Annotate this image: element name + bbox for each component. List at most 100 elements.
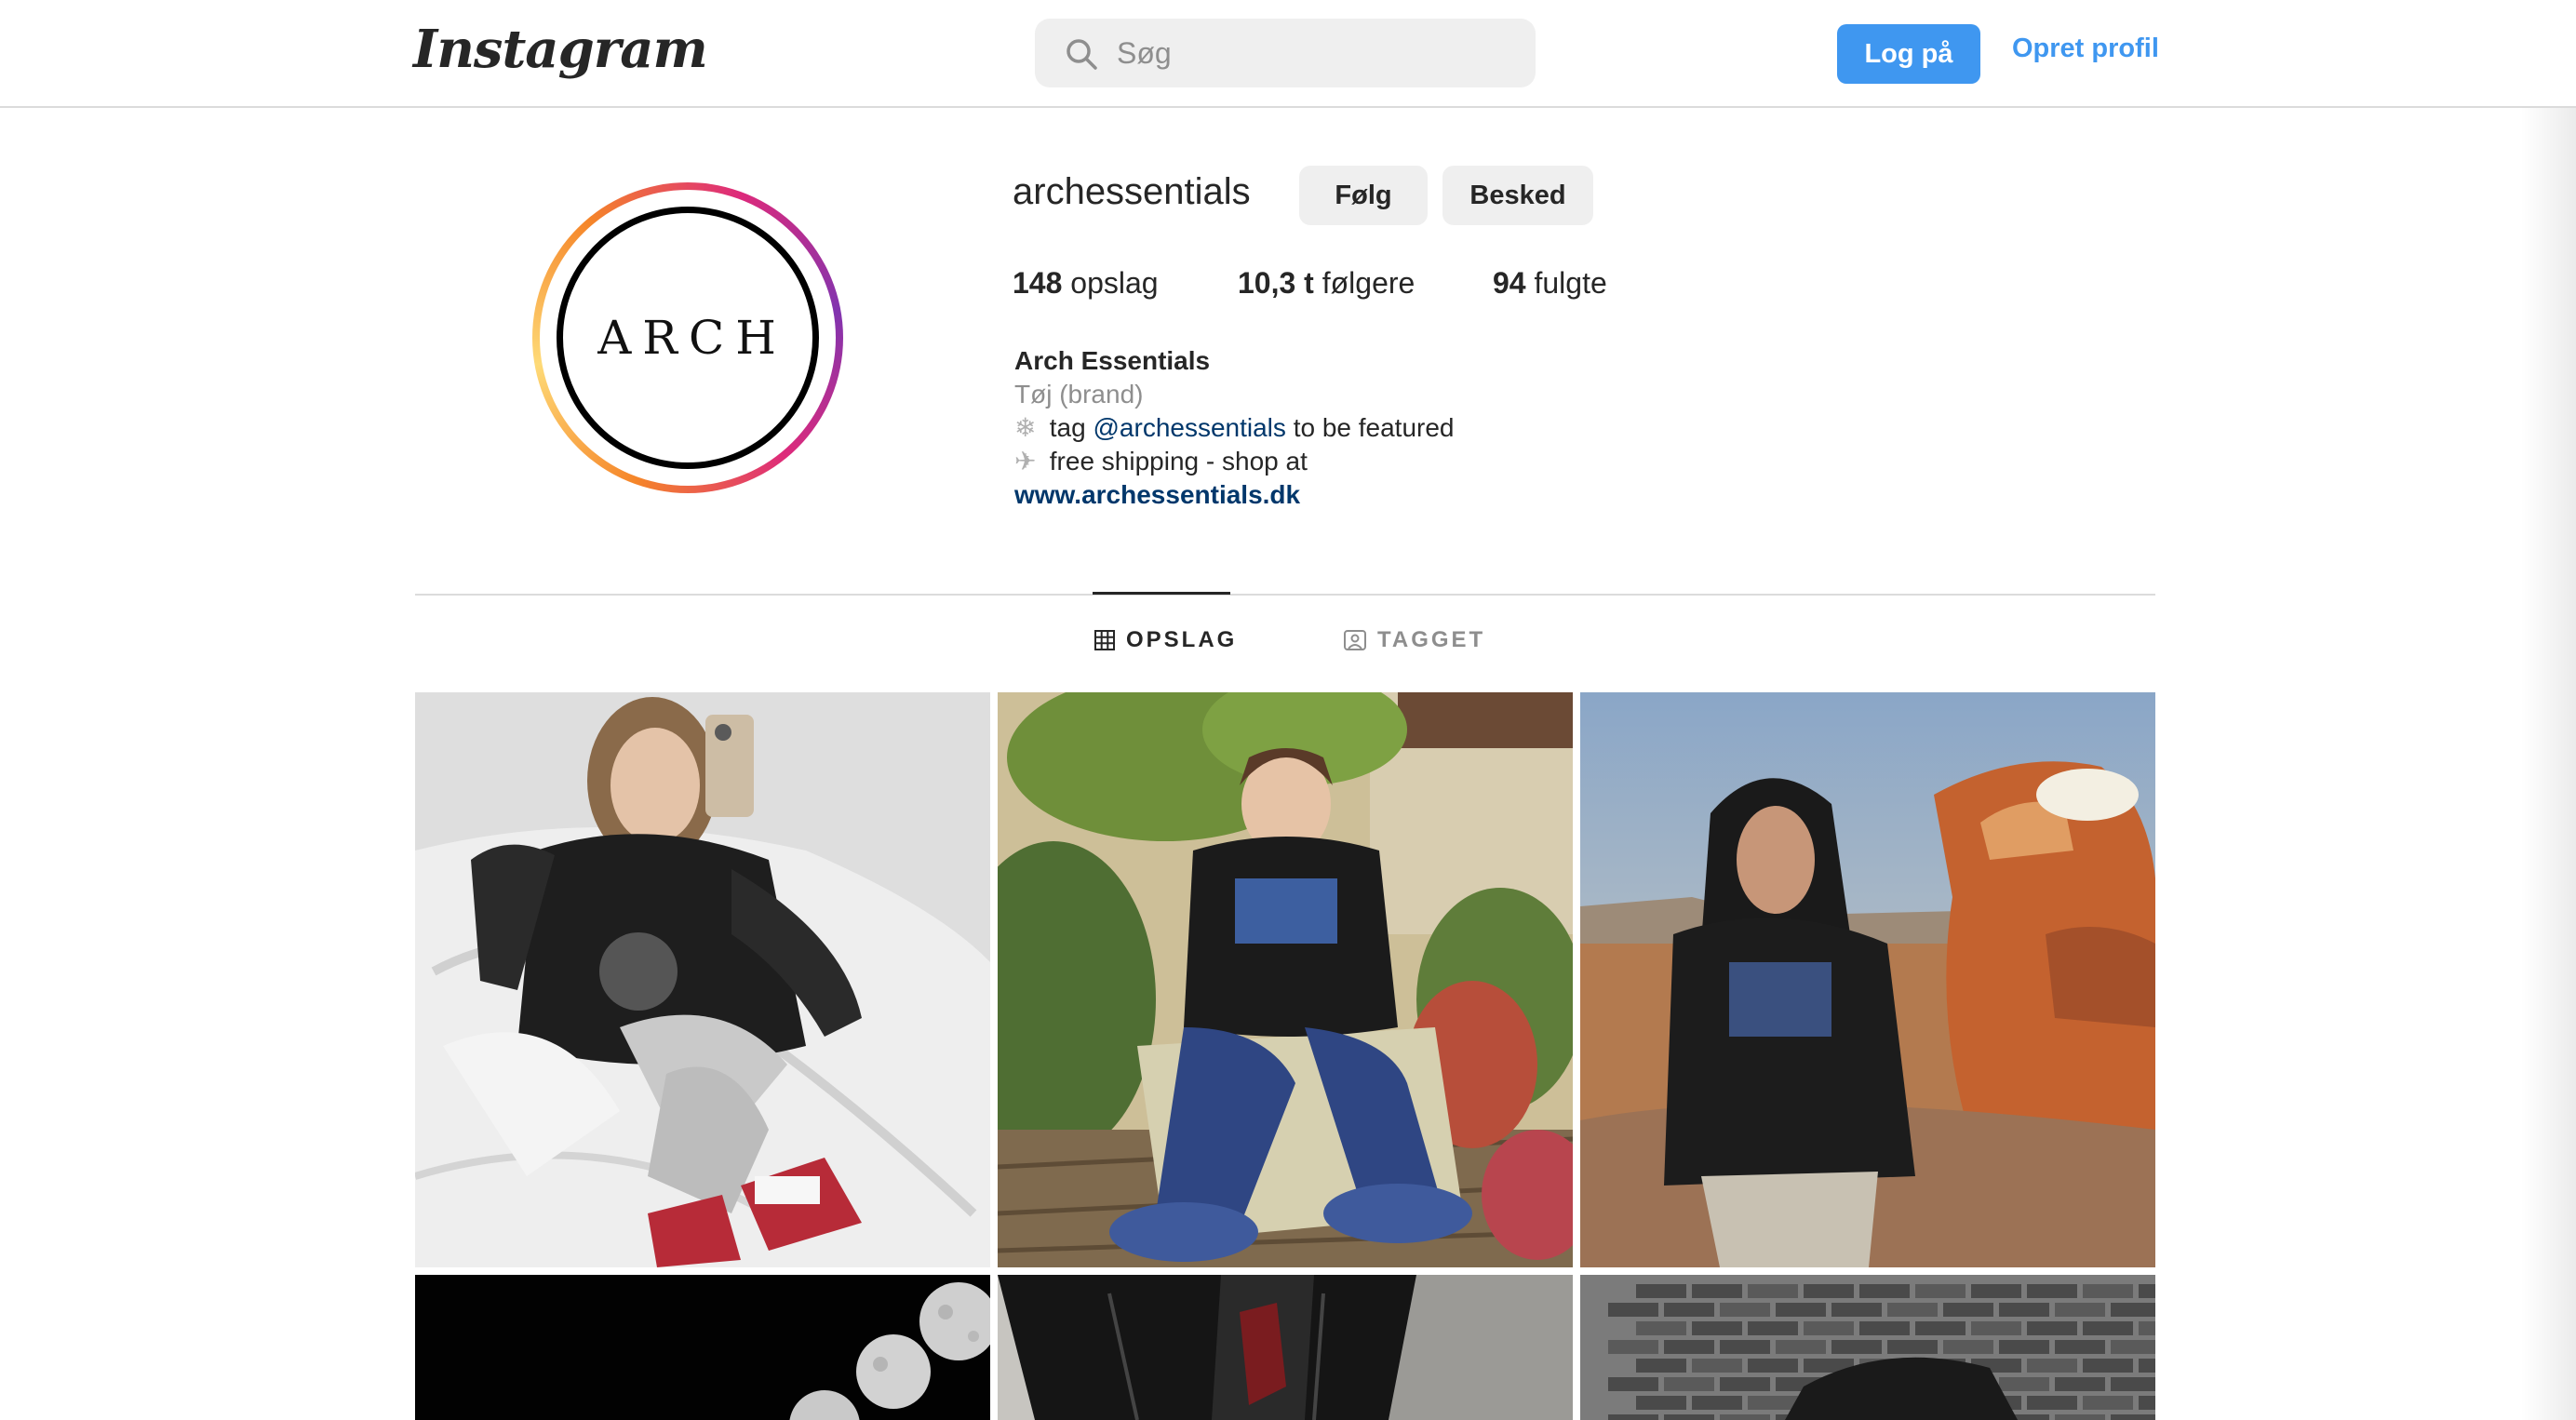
post-image: [415, 692, 990, 1267]
brick-texture: [1720, 1340, 1770, 1354]
brick-texture: [2083, 1284, 2133, 1298]
tab-tagged[interactable]: TAGGET: [1344, 627, 1485, 653]
bio-featured-text: to be featured: [1293, 413, 1455, 442]
bio-line-shipping: ✈ free shipping - shop at: [1014, 445, 1308, 478]
brick-texture: [1999, 1340, 2049, 1354]
tagged-icon: [1344, 630, 1366, 650]
followers-count: 10,3 t: [1238, 266, 1314, 300]
top-navigation-bar: Instagram Log på Opret profil: [0, 0, 2576, 108]
brick-texture: [2027, 1359, 2077, 1373]
bio-tag-text: tag: [1049, 413, 1086, 442]
followers-stat[interactable]: 10,3 t følgere: [1238, 266, 1415, 301]
brick-texture: [2027, 1396, 2077, 1410]
brick-texture: [1776, 1340, 1826, 1354]
post-image: [998, 1275, 1573, 1420]
brick-texture: [1831, 1303, 1882, 1317]
login-button[interactable]: Log på: [1837, 24, 1980, 84]
brick-texture: [2111, 1340, 2155, 1354]
bio-mention-link[interactable]: @archessentials: [1093, 413, 1286, 442]
profile-avatar[interactable]: ARCH: [532, 182, 843, 493]
post-thumbnail[interactable]: [1580, 1275, 2155, 1420]
brick-texture: [1664, 1377, 1714, 1391]
brick-texture: [2139, 1321, 2155, 1335]
search-icon: [1067, 39, 1097, 70]
brick-texture: [1887, 1303, 1938, 1317]
bio-website-link[interactable]: www.archessentials.dk: [1014, 478, 1300, 512]
profile-username: archessentials: [1013, 171, 1251, 212]
search-box[interactable]: [1035, 19, 1536, 87]
following-stat[interactable]: 94 fulgte: [1493, 266, 1607, 301]
post-thumbnail[interactable]: [415, 1275, 990, 1420]
brick-texture: [1720, 1414, 1770, 1420]
brick-texture: [1608, 1414, 1658, 1420]
brick-texture: [2027, 1284, 2077, 1298]
follow-button[interactable]: Følg: [1299, 166, 1428, 225]
avatar-inner: ARCH: [540, 190, 836, 486]
brick-texture: [1636, 1284, 1686, 1298]
post-image: [998, 692, 1573, 1267]
brick-texture: [1943, 1340, 1993, 1354]
brick-texture: [1664, 1303, 1714, 1317]
brick-texture: [2055, 1414, 2105, 1420]
post-thumbnail[interactable]: [998, 692, 1573, 1267]
bio-category: Tøj (brand): [1014, 380, 1144, 409]
brick-texture: [2111, 1414, 2155, 1420]
shipping-icon: ✈: [1014, 447, 1037, 476]
brick-texture: [2139, 1284, 2155, 1298]
brick-texture: [1748, 1396, 1798, 1410]
posts-label: opslag: [1070, 266, 1159, 300]
post-image: [1580, 692, 2155, 1267]
brick-texture: [1692, 1321, 1742, 1335]
brick-texture: [1859, 1284, 1910, 1298]
brick-texture: [1887, 1340, 1938, 1354]
post-thumbnail[interactable]: [415, 692, 990, 1267]
brick-texture: [1831, 1340, 1882, 1354]
create-profile-link[interactable]: Opret profil: [2012, 33, 2159, 64]
brick-texture: [1692, 1284, 1742, 1298]
brick-texture: [1664, 1414, 1714, 1420]
brick-texture: [1664, 1340, 1714, 1354]
brick-texture: [1776, 1303, 1826, 1317]
brick-texture: [1608, 1303, 1658, 1317]
message-button[interactable]: Besked: [1442, 166, 1593, 225]
brick-texture: [2027, 1321, 2077, 1335]
brick-texture: [1915, 1284, 1966, 1298]
brick-texture: [2083, 1396, 2133, 1410]
tab-posts-label: OPSLAG: [1126, 627, 1238, 652]
brick-texture: [2139, 1396, 2155, 1410]
brick-texture: [1971, 1321, 2021, 1335]
following-label: fulgte: [1534, 266, 1607, 300]
posts-count: 148: [1013, 266, 1063, 300]
brick-texture: [1720, 1377, 1770, 1391]
brick-texture: [1608, 1340, 1658, 1354]
brick-texture: [1971, 1284, 2021, 1298]
following-count: 94: [1493, 266, 1526, 300]
post-thumbnail[interactable]: [998, 1275, 1573, 1420]
snowflake-icon: ❄: [1014, 413, 1037, 442]
brick-texture: [2111, 1377, 2155, 1391]
instagram-logo[interactable]: Instagram: [413, 19, 708, 80]
tab-posts[interactable]: OPSLAG: [1094, 627, 1237, 653]
brick-texture: [2111, 1303, 2155, 1317]
page-edge-shadow: [2520, 0, 2576, 1420]
brick-texture: [1999, 1377, 2049, 1391]
brick-texture: [2055, 1377, 2105, 1391]
brick-texture: [2083, 1359, 2133, 1373]
brick-texture: [1915, 1321, 1966, 1335]
brick-texture: [1943, 1303, 1993, 1317]
active-tab-indicator: [1093, 592, 1230, 595]
search-input[interactable]: [1117, 19, 1517, 87]
bio-shipping-text: free shipping - shop at: [1049, 447, 1308, 476]
brick-texture: [1692, 1359, 1742, 1373]
brick-texture: [1720, 1303, 1770, 1317]
brick-texture: [1692, 1396, 1742, 1410]
avatar-logo: ARCH: [557, 207, 819, 469]
brick-texture: [2055, 1303, 2105, 1317]
brick-texture: [2083, 1321, 2133, 1335]
post-thumbnail[interactable]: [1580, 692, 2155, 1267]
brick-texture: [1636, 1321, 1686, 1335]
tab-tagged-label: TAGGET: [1377, 627, 1486, 652]
post-image: [415, 1275, 990, 1420]
post-image: [1580, 1275, 2155, 1420]
brick-texture: [1748, 1321, 1798, 1335]
